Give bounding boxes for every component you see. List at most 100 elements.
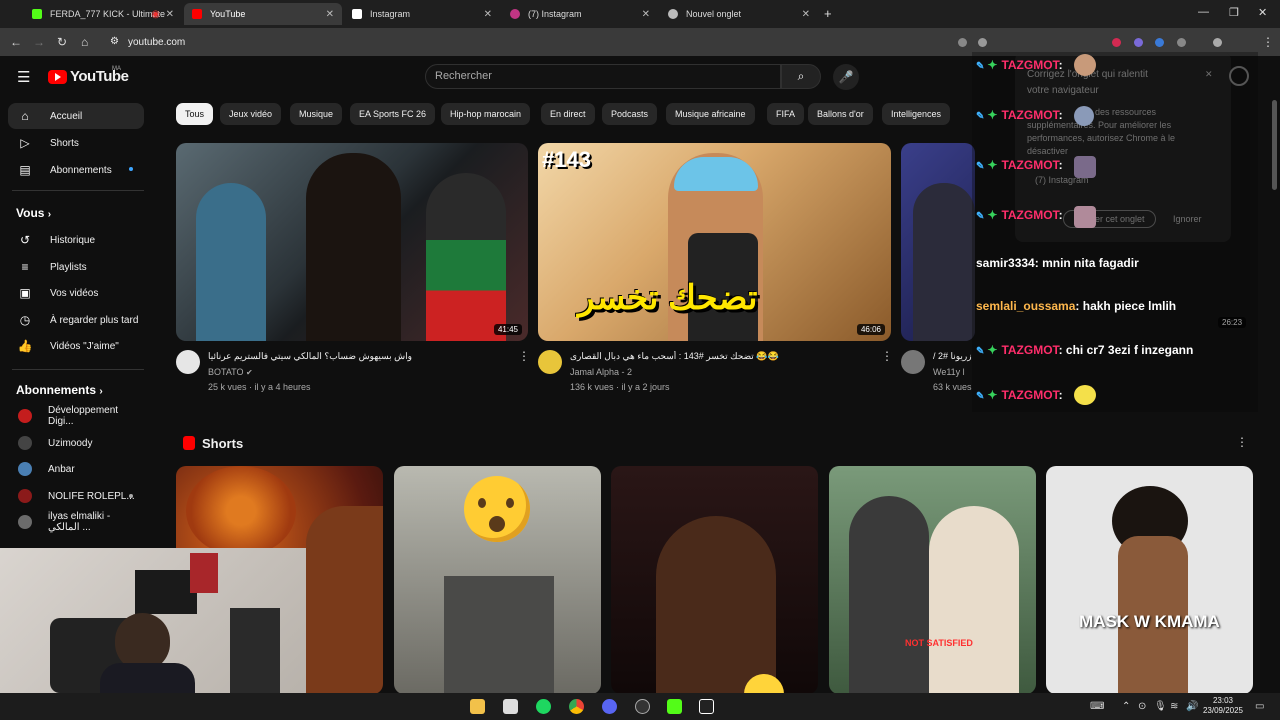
short-thumbnail[interactable]: [394, 466, 601, 694]
sidebar-item-your-videos[interactable]: ▣ Vos vidéos: [8, 280, 144, 306]
extensions-puzzle-icon[interactable]: [1177, 38, 1186, 47]
close-icon[interactable]: ✕: [326, 9, 334, 20]
tab-youtube[interactable]: YouTube ✕: [184, 3, 342, 25]
notifications-icon[interactable]: ▭: [1255, 701, 1264, 712]
tray-chevron-icon[interactable]: ⌃: [1122, 701, 1130, 712]
chip-live[interactable]: En direct: [541, 103, 595, 125]
channel-avatar[interactable]: [901, 350, 925, 374]
menu-icon[interactable]: ⋮: [1262, 35, 1274, 49]
close-icon[interactable]: ✕: [642, 9, 650, 20]
short-thumbnail[interactable]: NOT SATISFIED: [829, 466, 1036, 694]
minimize-icon[interactable]: —: [1198, 6, 1209, 18]
chip-african-music[interactable]: Musique africaine: [666, 103, 755, 125]
ignore-button[interactable]: Ignorer: [1173, 214, 1202, 224]
site-info-icon[interactable]: ⚙: [110, 36, 119, 47]
more-options-icon[interactable]: ⋮: [881, 349, 893, 363]
profile-icon[interactable]: [1213, 38, 1222, 47]
tab-instagram[interactable]: Instagram ✕: [344, 3, 500, 25]
capcut-icon[interactable]: [699, 699, 714, 714]
page-scrollbar[interactable]: [1272, 100, 1277, 190]
keyboard-icon[interactable]: ⌨: [1090, 701, 1104, 712]
video-thumbnail[interactable]: #143 تضحك تخسر 46:06: [538, 143, 891, 341]
obs-icon[interactable]: [635, 699, 650, 714]
file-explorer-icon[interactable]: [470, 699, 485, 714]
sidebar-item-history[interactable]: ↺ Historique: [8, 227, 144, 253]
video-channel[interactable]: We11y l: [933, 367, 977, 377]
video-title[interactable]: / 2# زريونا: [933, 351, 977, 362]
close-icon[interactable]: ✕: [166, 9, 174, 20]
chip-all[interactable]: Tous: [176, 103, 214, 125]
search-icon[interactable]: ⌕: [781, 64, 821, 89]
chip-video-games[interactable]: Jeux vidéo: [220, 103, 282, 125]
chip-moroccan-hiphop[interactable]: Hip-hop marocain: [441, 103, 531, 125]
sidebar-subscription[interactable]: Anbar: [8, 456, 144, 482]
subscriptions-heading[interactable]: Abonnements ›: [16, 383, 103, 397]
video-thumbnail[interactable]: [901, 143, 975, 341]
close-icon[interactable]: ✕: [1205, 69, 1213, 80]
new-tab-button[interactable]: +: [824, 6, 832, 21]
sidebar-subscription[interactable]: Développement Digi...: [8, 403, 144, 429]
sidebar-subscription[interactable]: Uzimoody: [8, 430, 144, 456]
sidebar-item-watch-later[interactable]: ◷ À regarder plus tard: [8, 307, 144, 333]
you-heading[interactable]: Vous ›: [16, 206, 51, 220]
thumbnail-overlay-text: تضحك تخسر: [578, 279, 758, 317]
video-title[interactable]: تضحك تخسر #143 : أسحب ماء هي دبال القصار…: [570, 351, 880, 362]
chrome-icon[interactable]: [569, 699, 584, 714]
volume-icon[interactable]: 🔊: [1186, 701, 1198, 712]
tab-instagram-7[interactable]: (7) Instagram ✕: [502, 3, 658, 25]
wifi-icon[interactable]: ≋: [1170, 701, 1178, 712]
search-input[interactable]: Rechercher: [425, 64, 781, 89]
sidebar-item-playlists[interactable]: ≡ Playlists: [8, 254, 144, 280]
microphone-icon[interactable]: 🎤: [833, 64, 859, 90]
channel-avatar[interactable]: [176, 350, 200, 374]
close-icon[interactable]: ✕: [484, 9, 492, 20]
discord-icon[interactable]: [602, 699, 617, 714]
short-thumbnail[interactable]: [611, 466, 818, 694]
extension-icon[interactable]: [1155, 38, 1164, 47]
short-thumbnail[interactable]: MASK W KMAMA: [1046, 466, 1253, 694]
youtube-logo-icon[interactable]: [48, 70, 67, 84]
chat-message: ✎ ✦ TAZGMOT:: [976, 54, 1096, 76]
extension-icon[interactable]: [1134, 38, 1143, 47]
sidebar-item-liked[interactable]: 👍 Vidéos "J'aime": [8, 333, 144, 359]
kick-app-icon[interactable]: [667, 699, 682, 714]
video-channel[interactable]: BOTATO ✔: [208, 367, 253, 377]
sidebar-item-home[interactable]: ⌂ Accueil: [8, 103, 144, 129]
channel-avatar[interactable]: [538, 350, 562, 374]
sidebar-item-shorts[interactable]: ▷ Shorts: [8, 130, 144, 156]
store-icon[interactable]: [503, 699, 518, 714]
sidebar-item-subscriptions[interactable]: ▤ Abonnements: [8, 157, 144, 183]
chip-ea-sports[interactable]: EA Sports FC 26: [350, 103, 436, 125]
chat-username: TAZGMOT: [1001, 158, 1059, 172]
bookmark-icon[interactable]: [978, 38, 987, 47]
chip-fifa[interactable]: FIFA: [767, 103, 805, 125]
chip-ballon-dor[interactable]: Ballons d'or: [808, 103, 873, 125]
sidebar-subscription[interactable]: NOLIFE ROLEPL...: [8, 483, 144, 509]
window-close-icon[interactable]: ✕: [1258, 6, 1267, 19]
more-options-icon[interactable]: ⋮: [518, 349, 530, 363]
video-channel[interactable]: Jamal Alpha - 2: [570, 367, 632, 377]
sidebar-subscription[interactable]: ilyas elmaliki - المالكي ...: [8, 509, 144, 535]
chip-podcasts[interactable]: Podcasts: [602, 103, 658, 125]
mic-tray-icon[interactable]: 🎙: [1154, 701, 1167, 712]
tab-kick[interactable]: FERDA_777 KICK - Ultimate ◉ ✕: [24, 3, 182, 25]
chip-intelligences[interactable]: Intelligences: [882, 103, 951, 125]
video-thumbnail[interactable]: 41:45: [176, 143, 528, 341]
hamburger-icon[interactable]: ☰: [17, 68, 30, 86]
install-icon[interactable]: [958, 38, 967, 47]
home-icon[interactable]: ⌂: [81, 35, 88, 49]
more-options-icon[interactable]: ⋮: [1236, 435, 1248, 449]
spotify-icon[interactable]: [536, 699, 551, 714]
network-icon[interactable]: ⊙: [1138, 701, 1146, 712]
forward-icon[interactable]: →: [33, 35, 45, 49]
clock[interactable]: 23:03 23/09/2025: [1202, 696, 1244, 716]
restore-icon[interactable]: ❐: [1229, 6, 1239, 19]
extension-icon[interactable]: [1112, 38, 1121, 47]
tab-new[interactable]: Nouvel onglet ✕: [660, 3, 818, 25]
video-title[interactable]: واش بسيهوش ضساب؟ المالكي سيتي فالستريم ع…: [208, 351, 518, 362]
chip-music[interactable]: Musique: [290, 103, 343, 125]
address-bar[interactable]: ⚙ youtube.com: [104, 34, 944, 51]
reload-icon[interactable]: ↻: [57, 35, 67, 49]
close-icon[interactable]: ✕: [802, 9, 810, 20]
back-icon[interactable]: ←: [10, 35, 22, 49]
